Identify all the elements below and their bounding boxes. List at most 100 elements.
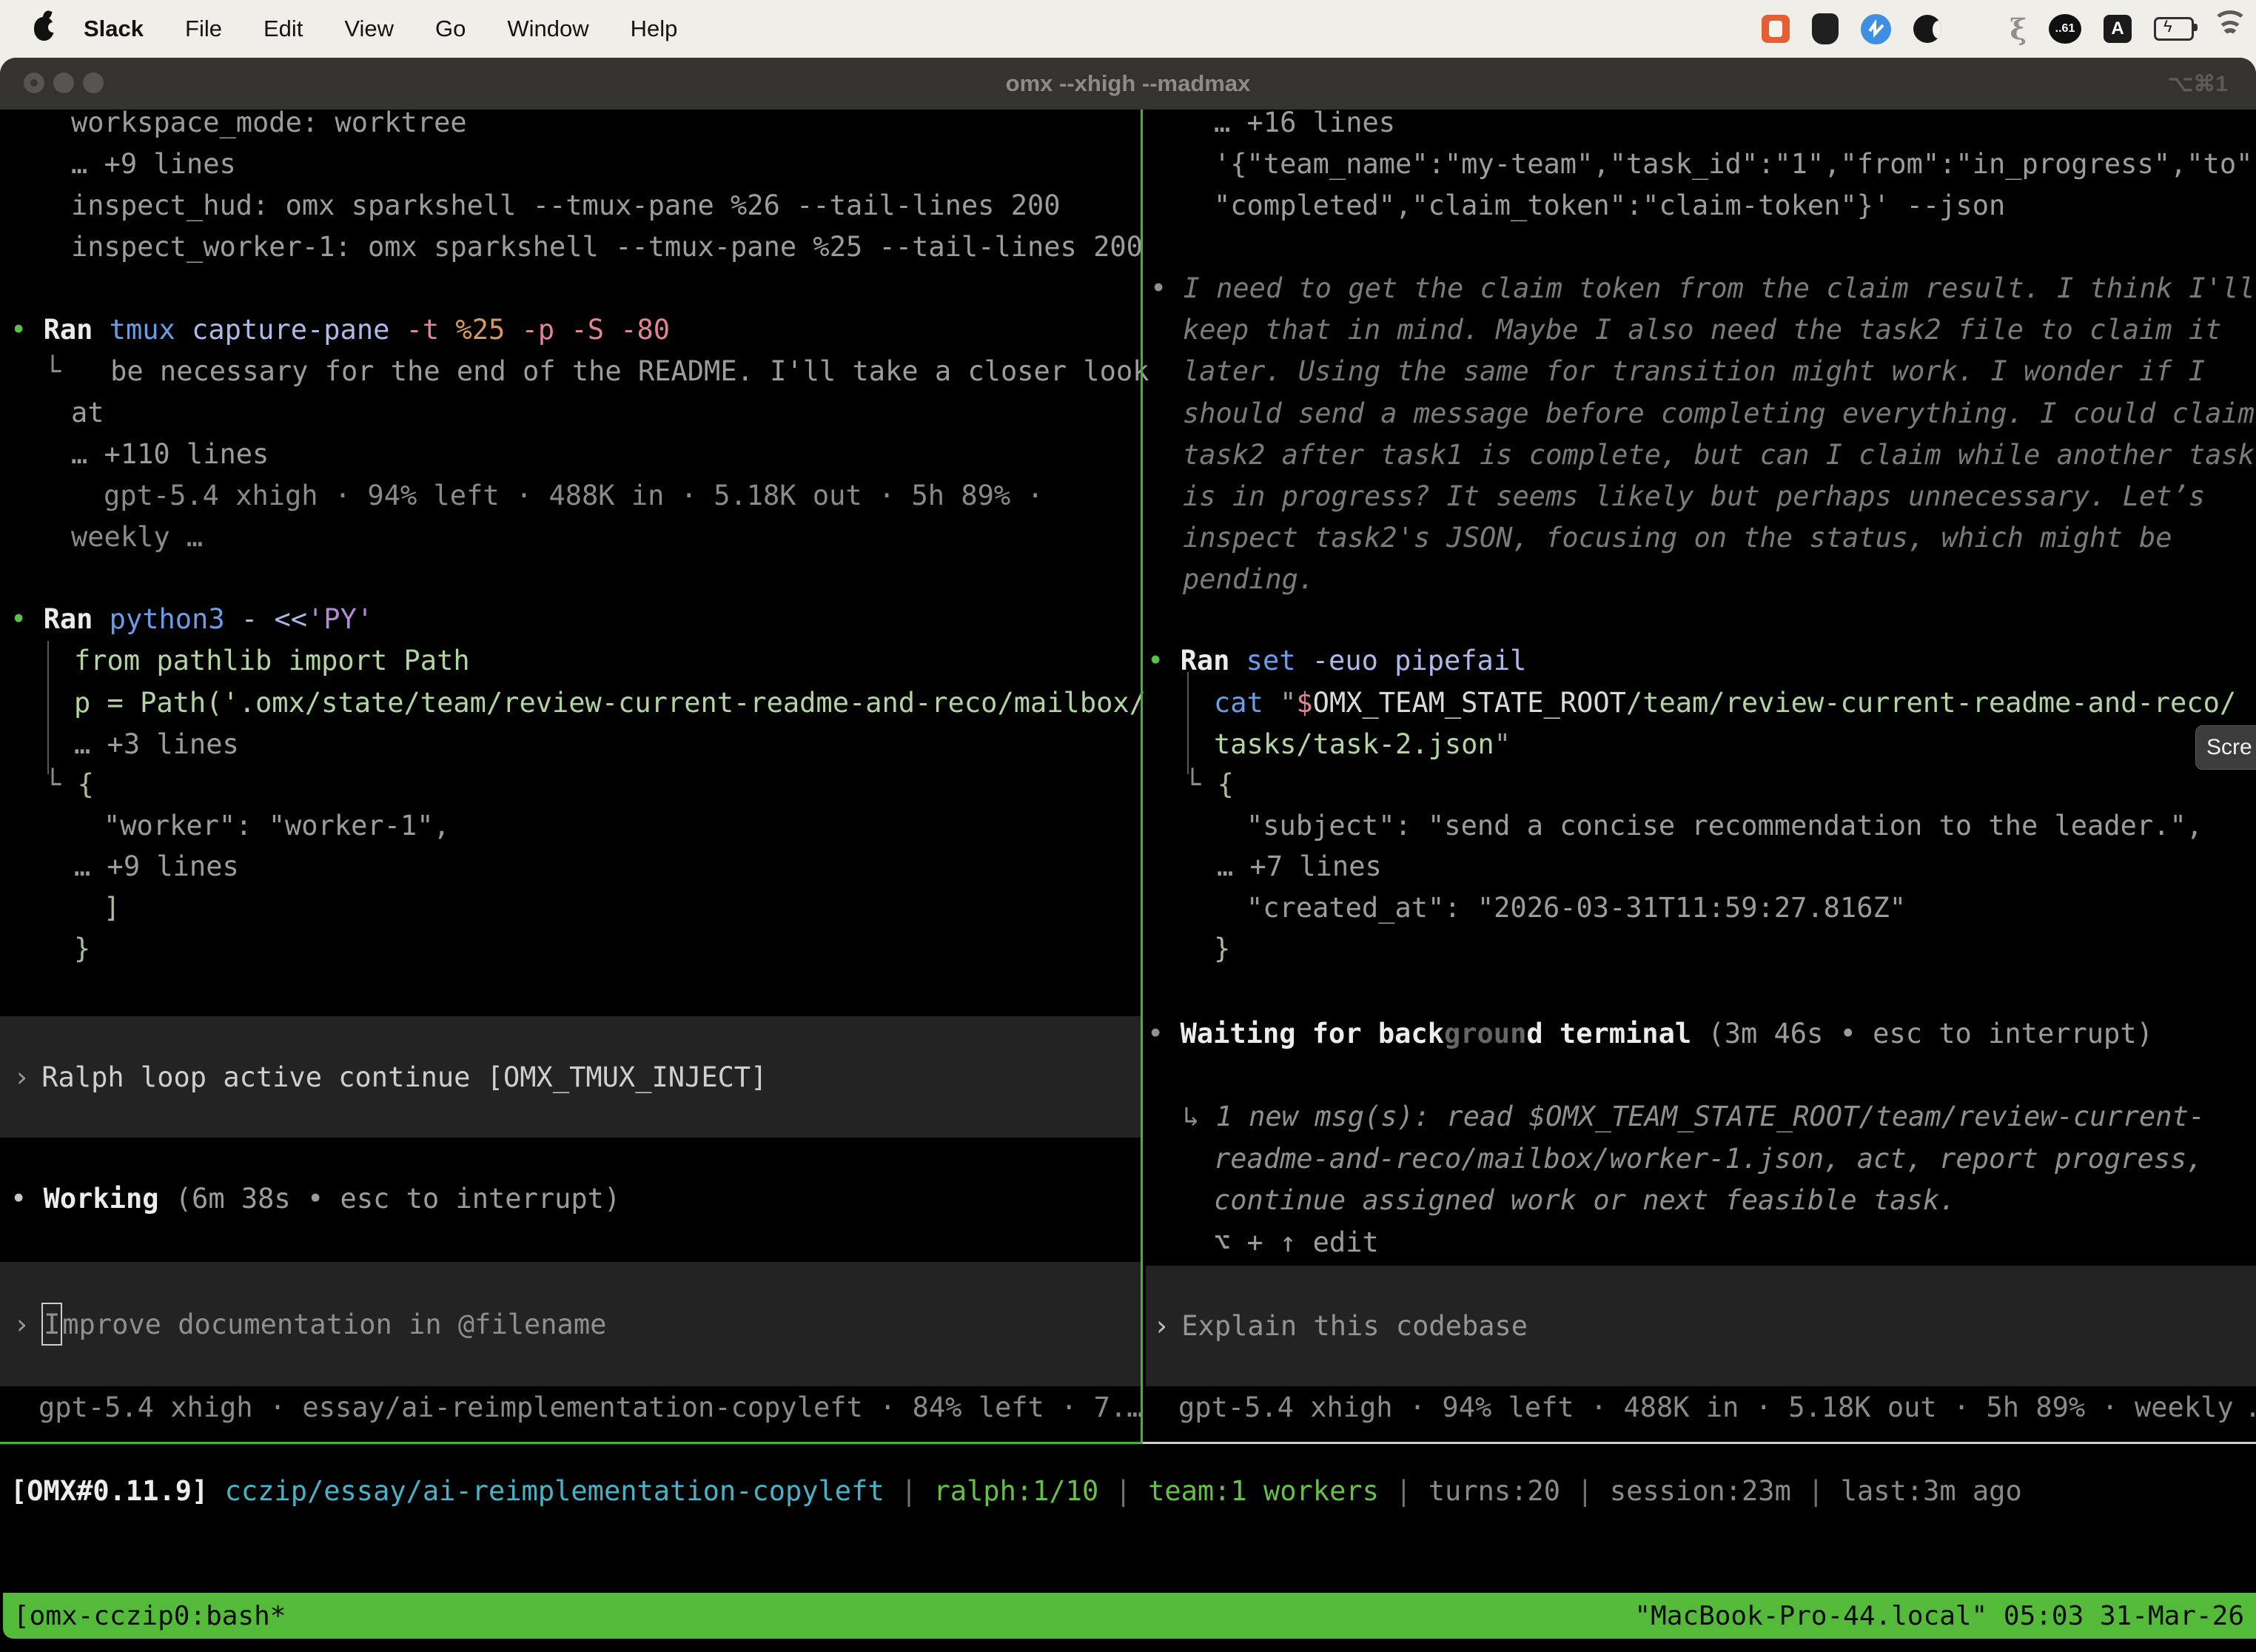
terminal-line: … +16 lines bbox=[1214, 101, 1395, 144]
text-segment: gpt-5.4 xhigh · 94% left · 488K in · 5.1… bbox=[1178, 1391, 2256, 1423]
text-segment: Ran bbox=[44, 603, 110, 635]
output-connector-line bbox=[1187, 672, 1189, 774]
terminal-line: weekly … bbox=[71, 516, 203, 558]
omx-hud-status-line: [OMX#0.11.9] cczip/essay/ai-reimplementa… bbox=[10, 1470, 2022, 1512]
terminal-line: is in progress? It seems likely but perh… bbox=[1183, 475, 2205, 517]
text-segment: • bbox=[10, 603, 44, 635]
text-segment: -S bbox=[571, 314, 620, 346]
text-segment: ralph:1/10 bbox=[933, 1475, 1098, 1507]
text-segment: pending. bbox=[1183, 563, 1315, 595]
tmux-status-bar: [omx-cczip0:bash* "MacBook-Pro-44.local"… bbox=[3, 1593, 2256, 1639]
terminal-line: … +9 lines bbox=[74, 845, 239, 887]
terminal-line: inspect task2's JSON, focusing on the st… bbox=[1183, 517, 2172, 559]
text-segment: … +16 lines bbox=[1214, 107, 1395, 138]
terminal-line: "created_at": "2026-03-31T11:59:27.816Z" bbox=[1246, 887, 1906, 929]
terminal-line: inspect_worker-1: omx sparkshell --tmux-… bbox=[71, 226, 1143, 268]
text-segment: team:1 workers bbox=[1148, 1475, 1379, 1507]
text-segment: p = Path('.omx/state/team/review-current… bbox=[74, 687, 1146, 719]
terminal-line: … +9 lines bbox=[71, 143, 236, 185]
terminal-line: from pathlib import Path bbox=[74, 639, 470, 682]
left-input-placeholder: mprove documentation in @filename bbox=[62, 1309, 606, 1340]
terminal-line: • Ran python3 - <<'PY' bbox=[10, 598, 373, 640]
text-segment: [OMX#0.11.9] bbox=[10, 1475, 225, 1507]
terminal-line: • Ran set -euo pipefail bbox=[1147, 639, 1526, 682]
text-segment: | bbox=[1791, 1475, 1841, 1507]
text-segment: { bbox=[1218, 768, 1234, 800]
pane-border-bottom-left bbox=[0, 1442, 1141, 1444]
pane-border-bottom-right bbox=[1143, 1442, 2256, 1444]
text-segment: 'PY' bbox=[307, 603, 373, 635]
text-segment: python3 bbox=[110, 603, 241, 635]
terminal-line: ⌥ + ↑ edit bbox=[1214, 1221, 1379, 1263]
text-segment: ] bbox=[104, 892, 120, 924]
text-segment: gpt-5.4 xhigh · 94% left · 488K in · 5.1… bbox=[104, 480, 1044, 511]
text-segment: | bbox=[1379, 1475, 1429, 1507]
text-segment: is in progress? It seems likely but perh… bbox=[1183, 480, 2205, 512]
terminal-line: └ { bbox=[1184, 763, 1234, 805]
text-segment: keep that in mind. Maybe I also need the… bbox=[1183, 314, 2221, 346]
terminal-line: '{"team_name":"my-team","task_id":"1","f… bbox=[1214, 143, 2256, 185]
text-segment: ↳ bbox=[1183, 1101, 1216, 1132]
text-segment: d terminal bbox=[1526, 1018, 1708, 1050]
text-segment: task2 after task1 is complete, but can I… bbox=[1183, 439, 2255, 471]
text-segment: " bbox=[1280, 687, 1296, 719]
text-segment: inspect_worker-1: omx sparkshell --tmux-… bbox=[71, 231, 1143, 263]
right-input-placeholder: Explain this codebase bbox=[1181, 1310, 1528, 1342]
text-segment: capture-pane bbox=[192, 314, 406, 346]
terminal-line: pending. bbox=[1183, 558, 1315, 600]
terminal-line: keep that in mind. Maybe I also need the… bbox=[1183, 309, 2221, 351]
terminal-line: └ { bbox=[44, 763, 94, 805]
text-segment: | bbox=[1098, 1475, 1148, 1507]
terminal-line: • I need to get the claim token from the… bbox=[1150, 267, 2255, 309]
text-segment: tasks/task-2.json bbox=[1214, 728, 1494, 760]
terminal-line: … +3 lines bbox=[74, 723, 239, 765]
terminal-line: inspect_hud: omx sparkshell --tmux-pane … bbox=[71, 184, 1061, 226]
terminal-line: gpt-5.4 xhigh · essay/ai-reimplementatio… bbox=[38, 1386, 1143, 1428]
text-segment: workspace_mode: worktree bbox=[71, 107, 467, 138]
pane-divider[interactable] bbox=[1141, 110, 1143, 1444]
right-prompt-input[interactable]: › Explain this codebase bbox=[1146, 1266, 2256, 1386]
text-segment: session:23m bbox=[1610, 1475, 1791, 1507]
terminal-line: • Working (6m 38s • esc to interrupt) bbox=[10, 1178, 620, 1220]
terminal-line: later. Using the same for transition mig… bbox=[1183, 350, 2205, 392]
text-segment: readme-and-reco/mailbox/worker-1.json, a… bbox=[1214, 1143, 2203, 1175]
text-segment: 1 new msg(s): read $OMX_TEAM_STATE_ROOT/… bbox=[1216, 1101, 2206, 1132]
text-segment: Ran bbox=[44, 314, 110, 346]
terminal-line: ↳ 1 new msg(s): read $OMX_TEAM_STATE_ROO… bbox=[1183, 1095, 2205, 1138]
tmux-session-label: [omx-cczip0:bash* bbox=[13, 1601, 286, 1631]
terminal-line: gpt-5.4 xhigh · 94% left · 488K in · 5.1… bbox=[1178, 1386, 2256, 1428]
terminal-line: • Waiting for background terminal (3m 46… bbox=[1147, 1013, 2153, 1055]
chevron-prompt-icon: › bbox=[1153, 1310, 1169, 1342]
text-segment: └ bbox=[44, 768, 78, 800]
text-segment: | bbox=[884, 1475, 934, 1507]
text-segment: << bbox=[274, 603, 307, 635]
text-segment: be necessary for the end of the README. … bbox=[110, 355, 1149, 387]
text-segment: … +7 lines bbox=[1217, 850, 1382, 882]
screenshot-tooltip: Scre bbox=[2195, 725, 2256, 770]
text-segment: • bbox=[10, 1183, 44, 1215]
terminal-line: "completed","claim_token":"claim-token"}… bbox=[1214, 184, 2005, 226]
chevron-prompt-icon: › bbox=[13, 1309, 30, 1340]
text-segment: Waiting for back bbox=[1181, 1018, 1444, 1050]
text-segment: turns:20 bbox=[1429, 1475, 1560, 1507]
text-segment: • bbox=[10, 314, 44, 346]
terminal-content: workspace_mode: worktree… +9 linesinspec… bbox=[0, 0, 2256, 1652]
terminal-line: } bbox=[1214, 927, 1230, 970]
terminal-line: "subject": "send a concise recommendatio… bbox=[1246, 805, 2203, 847]
ralph-loop-banner: › Ralph loop active continue [OMX_TMUX_I… bbox=[0, 1016, 1141, 1138]
text-segment: set bbox=[1246, 645, 1312, 676]
chevron-prompt-icon: › bbox=[13, 1061, 30, 1093]
screen: Slack File Edit View Go Window Help ξ bbox=[0, 0, 2256, 1652]
output-connector-line bbox=[47, 641, 49, 774]
text-cursor: I bbox=[41, 1303, 62, 1346]
text-segment: I need to get the claim token from the c… bbox=[1184, 272, 2255, 304]
text-segment: "completed","claim_token":"claim-token"}… bbox=[1214, 189, 2005, 221]
text-segment: cczip/essay/ai-reimplementation-copyleft bbox=[225, 1475, 884, 1507]
terminal-line: continue assigned work or next feasible … bbox=[1214, 1179, 1955, 1221]
text-segment: (6m 38s • esc to interrupt) bbox=[175, 1183, 620, 1215]
text-segment: " bbox=[1494, 728, 1511, 760]
text-segment: (3m 46s • esc to interrupt) bbox=[1708, 1018, 2152, 1050]
text-segment: should send a message before completing … bbox=[1183, 397, 2255, 429]
left-prompt-input[interactable]: › I mprove documentation in @filename bbox=[0, 1262, 1141, 1386]
text-segment: -p bbox=[522, 314, 571, 346]
